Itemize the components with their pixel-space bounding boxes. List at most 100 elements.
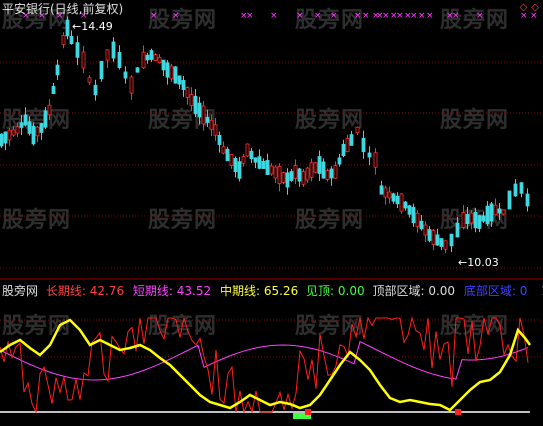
candle-body <box>349 134 354 146</box>
candle-body <box>117 52 122 68</box>
top-marker: × <box>246 11 254 21</box>
top-marker: × <box>354 11 362 21</box>
candle-body <box>309 162 314 178</box>
candle-body <box>507 190 512 210</box>
candle-body <box>497 208 502 214</box>
candle-body <box>415 212 420 228</box>
candle-body <box>11 129 16 136</box>
candle-body <box>245 143 250 157</box>
top-marker: × <box>150 11 158 21</box>
top-marker: × <box>270 11 278 21</box>
candle-body <box>233 157 238 173</box>
candle-body <box>153 54 158 61</box>
candle-body <box>75 42 80 58</box>
candle-body <box>333 165 338 179</box>
candle-body <box>411 206 416 224</box>
candle-body <box>443 240 448 250</box>
candle-body <box>209 119 214 131</box>
candle-body <box>213 124 218 136</box>
candle-body <box>51 86 56 94</box>
top-marker: × <box>418 11 426 21</box>
candle-body <box>249 150 254 160</box>
candle-body <box>257 156 262 169</box>
candle-body <box>373 152 378 168</box>
indicator-item-long: 长期线: 42.76 <box>45 284 125 298</box>
candle-body <box>485 205 490 225</box>
candle-body <box>285 172 290 188</box>
candle-body <box>383 187 388 198</box>
chart-canvas[interactable]: × × × × × × ×× × × × × × × ××× ×× ×× × × ×× × × × <box>0 0 543 426</box>
candle-body <box>229 153 234 167</box>
candle-body <box>47 104 52 116</box>
candle-body <box>407 205 412 215</box>
chart-title: 平安银行(日线,前复权) <box>2 2 124 16</box>
candle-body <box>489 203 494 222</box>
arrow-icon: ← <box>72 20 82 33</box>
expand-icon[interactable]: ◇ <box>520 2 528 13</box>
candle-body <box>111 41 116 59</box>
candle-body <box>39 123 44 133</box>
candle-body <box>481 215 486 222</box>
top-marker: × <box>362 11 370 21</box>
candle-body <box>241 156 246 164</box>
candle-body <box>305 167 310 181</box>
window-controls[interactable]: ◇ ◇ <box>520 2 539 13</box>
candle-body <box>317 156 322 174</box>
indicator-item-top-zone: 顶部区域: 0.00 <box>372 284 456 298</box>
candle-body <box>7 129 12 141</box>
candle-body <box>277 165 282 185</box>
candle-body <box>355 126 360 134</box>
candle-body <box>129 76 134 94</box>
candle-body <box>61 35 66 45</box>
high-price-label: ←14.49 <box>72 20 113 33</box>
candle-body <box>419 220 424 230</box>
top-marker: × <box>396 11 404 21</box>
candle-body <box>325 170 330 180</box>
collapse-icon[interactable]: ◇ <box>531 2 539 13</box>
top-marker: × <box>172 11 180 21</box>
candle-body <box>93 84 98 96</box>
candle-body <box>501 209 506 215</box>
candle-body <box>469 212 474 224</box>
candle-body <box>99 60 104 80</box>
candle-body <box>197 102 202 118</box>
candle-body <box>237 161 242 179</box>
candle-body <box>15 126 20 134</box>
candle-body <box>293 165 298 179</box>
top-marker: × <box>410 11 418 21</box>
candle-body <box>337 157 342 165</box>
candle-body <box>265 160 270 175</box>
candle-body <box>449 233 454 247</box>
candle-body <box>161 59 166 71</box>
candle-body <box>149 50 154 60</box>
candle-body <box>273 166 278 179</box>
candle-body <box>181 79 186 91</box>
candle-body <box>145 54 150 61</box>
candle-body <box>205 117 210 123</box>
candle-body <box>379 185 384 195</box>
low-price-label: ←10.03 <box>458 256 499 269</box>
candle-body <box>31 125 36 145</box>
candle-body <box>281 172 286 183</box>
candle-body <box>141 51 146 69</box>
candle-body <box>513 183 518 197</box>
signal-marker <box>305 409 311 415</box>
candle-body <box>221 146 226 154</box>
candle-body <box>0 133 4 147</box>
indicator-item-mid: 中期线: 65.26 <box>219 284 299 298</box>
candle-body <box>3 131 8 144</box>
candle-body <box>177 75 182 85</box>
top-marker: × <box>296 11 304 21</box>
candle-body <box>19 122 24 128</box>
candle-body <box>439 238 444 247</box>
candle-body <box>493 204 498 216</box>
candle-body <box>455 222 460 238</box>
candle-body <box>329 168 334 179</box>
indicator-item-short: 短期线: 43.52 <box>132 284 212 298</box>
candle-body <box>465 213 470 225</box>
candle-body <box>43 110 48 128</box>
candle-body <box>321 161 326 179</box>
signal-marker <box>455 409 461 415</box>
candle-body <box>261 161 266 169</box>
candle-body <box>169 65 174 80</box>
